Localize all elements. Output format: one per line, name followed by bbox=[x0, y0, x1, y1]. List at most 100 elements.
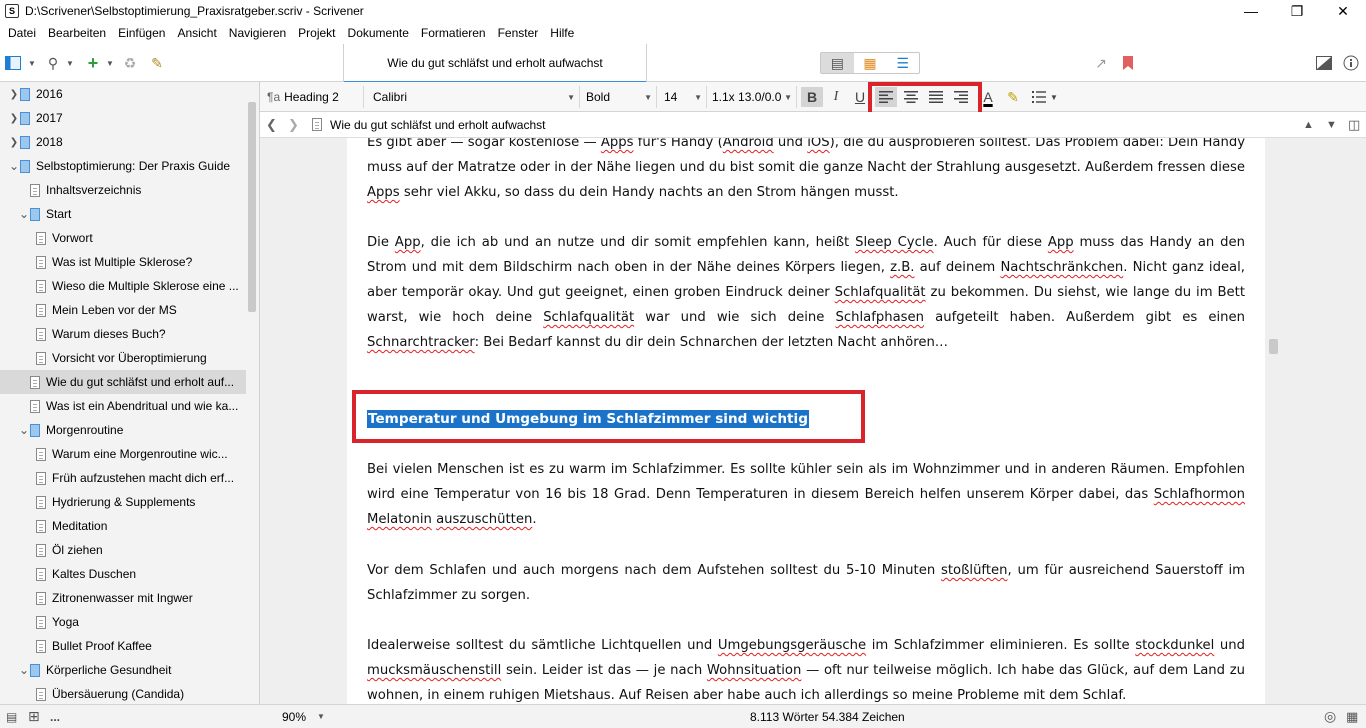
outliner-view-icon[interactable]: ☰ bbox=[886, 53, 919, 73]
font-weight-select[interactable]: Bold ▼ bbox=[581, 86, 657, 108]
target-icon[interactable]: ◎ bbox=[1324, 705, 1336, 728]
binder-item[interactable]: Meditation bbox=[0, 514, 246, 538]
binder-item[interactable]: ⌄ Selbstoptimierung: Der Praxis Guide bbox=[0, 154, 246, 178]
back-arrow-icon[interactable]: ❮ bbox=[266, 117, 282, 133]
binder-scrollbar[interactable] bbox=[248, 102, 256, 312]
chevron-down-icon[interactable]: ▼ bbox=[317, 705, 325, 728]
menu-navigieren[interactable]: Navigieren bbox=[223, 26, 292, 40]
forward-arrow-icon[interactable]: ❯ bbox=[288, 117, 304, 133]
corkboard-view-icon[interactable]: ▦ bbox=[854, 53, 887, 73]
binder-item[interactable]: Warum eine Morgenroutine wic... bbox=[0, 442, 246, 466]
binder-item-label: Meditation bbox=[52, 519, 108, 533]
menu-fenster[interactable]: Fenster bbox=[492, 26, 545, 40]
chevron-up-icon[interactable]: ▲ bbox=[1303, 119, 1314, 131]
info-icon[interactable] bbox=[1342, 53, 1360, 73]
close-button[interactable]: ✕ bbox=[1320, 0, 1366, 22]
binder-item[interactable]: Vorsicht vor Überoptimierung bbox=[0, 346, 246, 370]
chevron-down-icon: ▼ bbox=[567, 92, 575, 102]
binder-item[interactable]: Vorwort bbox=[0, 226, 246, 250]
chevron-down-icon[interactable]: ⌄ bbox=[18, 207, 30, 221]
search-icon[interactable]: ⚲ bbox=[44, 53, 62, 73]
binder-item[interactable]: ❯ 2016 bbox=[0, 82, 246, 106]
menu-ansicht[interactable]: Ansicht bbox=[171, 26, 222, 40]
binder-panel-icon[interactable]: ▤ bbox=[6, 705, 17, 728]
chevron-down-icon[interactable]: ▼ bbox=[26, 53, 38, 73]
chevron-right-icon[interactable]: ❯ bbox=[8, 113, 20, 124]
binder-item[interactable]: ❯ 2018 bbox=[0, 130, 246, 154]
binder-item-label: Vorwort bbox=[52, 231, 93, 245]
add-icon[interactable]: + bbox=[84, 53, 102, 73]
document-icon bbox=[36, 231, 46, 245]
menu-projekt[interactable]: Projekt bbox=[292, 26, 341, 40]
binder-item[interactable]: Was ist ein Abendritual und wie ka... bbox=[0, 394, 246, 418]
menu-bar: Datei Bearbeiten Einfügen Ansicht Navigi… bbox=[0, 22, 1366, 44]
highlight-color-icon[interactable]: ✎ bbox=[1002, 87, 1024, 107]
binder-item[interactable]: Öl ziehen bbox=[0, 538, 246, 562]
binder-toggle-icon[interactable] bbox=[4, 53, 22, 73]
chevron-down-icon[interactable]: ⌄ bbox=[18, 423, 30, 437]
add-item-icon[interactable]: ⊞ bbox=[28, 705, 40, 728]
share-icon[interactable]: ↗ bbox=[1092, 53, 1110, 73]
binder-item[interactable]: ⌄ Körperliche Gesundheit bbox=[0, 658, 246, 682]
binder-item[interactable]: Bullet Proof Kaffee bbox=[0, 634, 246, 658]
binder-item[interactable]: Früh aufzustehen macht dich erf... bbox=[0, 466, 246, 490]
chevron-down-icon[interactable]: ▼ bbox=[1048, 87, 1060, 107]
document-icon bbox=[36, 591, 46, 605]
comments-icon[interactable]: ▦ bbox=[1346, 705, 1358, 728]
font-size-select[interactable]: 14 ▼ bbox=[659, 86, 707, 108]
single-document-view-icon[interactable]: ▤ bbox=[821, 53, 854, 73]
chevron-down-icon[interactable]: ⌄ bbox=[18, 663, 30, 677]
text-color-button[interactable]: A bbox=[977, 87, 999, 107]
chevron-right-icon[interactable]: ❯ bbox=[8, 137, 20, 148]
list-icon[interactable] bbox=[1028, 87, 1050, 107]
editor-scrollbar[interactable] bbox=[1269, 339, 1278, 354]
document-icon bbox=[30, 375, 40, 389]
folder-icon bbox=[20, 135, 30, 149]
binder-item[interactable]: Yoga bbox=[0, 610, 246, 634]
line-spacing-value: 1.1x 13.0/0.0 bbox=[712, 90, 782, 104]
binder-item[interactable]: Hydrierung & Supplements bbox=[0, 490, 246, 514]
split-view-icon[interactable]: ◫ bbox=[1348, 117, 1360, 133]
binder-item[interactable]: Was ist Multiple Sklerose? bbox=[0, 250, 246, 274]
binder-item[interactable]: Übersäuerung (Candida) bbox=[0, 682, 246, 704]
chevron-down-icon[interactable]: ▼ bbox=[64, 53, 76, 73]
menu-formatieren[interactable]: Formatieren bbox=[415, 26, 492, 40]
minimize-button[interactable]: — bbox=[1228, 0, 1274, 22]
bookmark-icon[interactable] bbox=[1119, 53, 1137, 73]
binder-item-label: Selbstoptimierung: Der Praxis Guide bbox=[36, 159, 231, 173]
bold-button[interactable]: B bbox=[801, 87, 823, 107]
line-spacing-select[interactable]: 1.1x 13.0/0.0 ▼ bbox=[707, 86, 797, 108]
notes-icon[interactable]: ✎ bbox=[148, 53, 166, 73]
font-family-select[interactable]: Calibri ▼ bbox=[368, 86, 580, 108]
menu-datei[interactable]: Datei bbox=[2, 26, 42, 40]
zoom-level[interactable]: 90% bbox=[282, 705, 306, 728]
trash-icon[interactable]: ♻ bbox=[121, 53, 139, 73]
menu-dokumente[interactable]: Dokumente bbox=[342, 26, 415, 40]
chevron-down-icon[interactable]: ⌄ bbox=[8, 159, 20, 173]
binder-item[interactable]: Wieso die Multiple Sklerose eine ... bbox=[0, 274, 246, 298]
folder-icon bbox=[20, 87, 30, 101]
paragraph-style-select[interactable]: ¶a Heading 2 bbox=[262, 86, 364, 108]
binder-item[interactable]: ❯ 2017 bbox=[0, 106, 246, 130]
menu-hilfe[interactable]: Hilfe bbox=[544, 26, 580, 40]
binder-item[interactable]: Kaltes Duschen bbox=[0, 562, 246, 586]
inspector-toggle-icon[interactable] bbox=[1315, 53, 1333, 73]
italic-button[interactable]: I bbox=[825, 87, 847, 107]
chevron-right-icon[interactable]: ❯ bbox=[8, 89, 20, 100]
binder-item[interactable]: Wie du gut schläfst und erholt auf... bbox=[0, 370, 246, 394]
binder-item[interactable]: Zitronenwasser mit Ingwer bbox=[0, 586, 246, 610]
menu-bearbeiten[interactable]: Bearbeiten bbox=[42, 26, 112, 40]
binder-item[interactable]: Warum dieses Buch? bbox=[0, 322, 246, 346]
binder-item[interactable]: Inhaltsverzeichnis bbox=[0, 178, 246, 202]
chevron-down-icon[interactable]: ▼ bbox=[1326, 119, 1337, 131]
editor-area: Es gibt aber — sogar kostenlose — Apps f… bbox=[260, 138, 1366, 704]
document-tab[interactable]: Wie du gut schläfst und erholt aufwachst bbox=[343, 44, 647, 83]
chevron-down-icon[interactable]: ▼ bbox=[104, 53, 116, 73]
format-bar: ¶a Heading 2 Calibri ▼ Bold ▼ 14 ▼ 1.1x 13.… bbox=[260, 82, 1366, 119]
more-options-button[interactable]: ... bbox=[50, 705, 60, 728]
binder-item[interactable]: ⌄ Start bbox=[0, 202, 246, 226]
maximize-button[interactable]: ❐ bbox=[1274, 0, 1320, 22]
menu-einfuegen[interactable]: Einfügen bbox=[112, 26, 171, 40]
binder-item[interactable]: Mein Leben vor der MS bbox=[0, 298, 246, 322]
binder-item[interactable]: ⌄ Morgenroutine bbox=[0, 418, 246, 442]
